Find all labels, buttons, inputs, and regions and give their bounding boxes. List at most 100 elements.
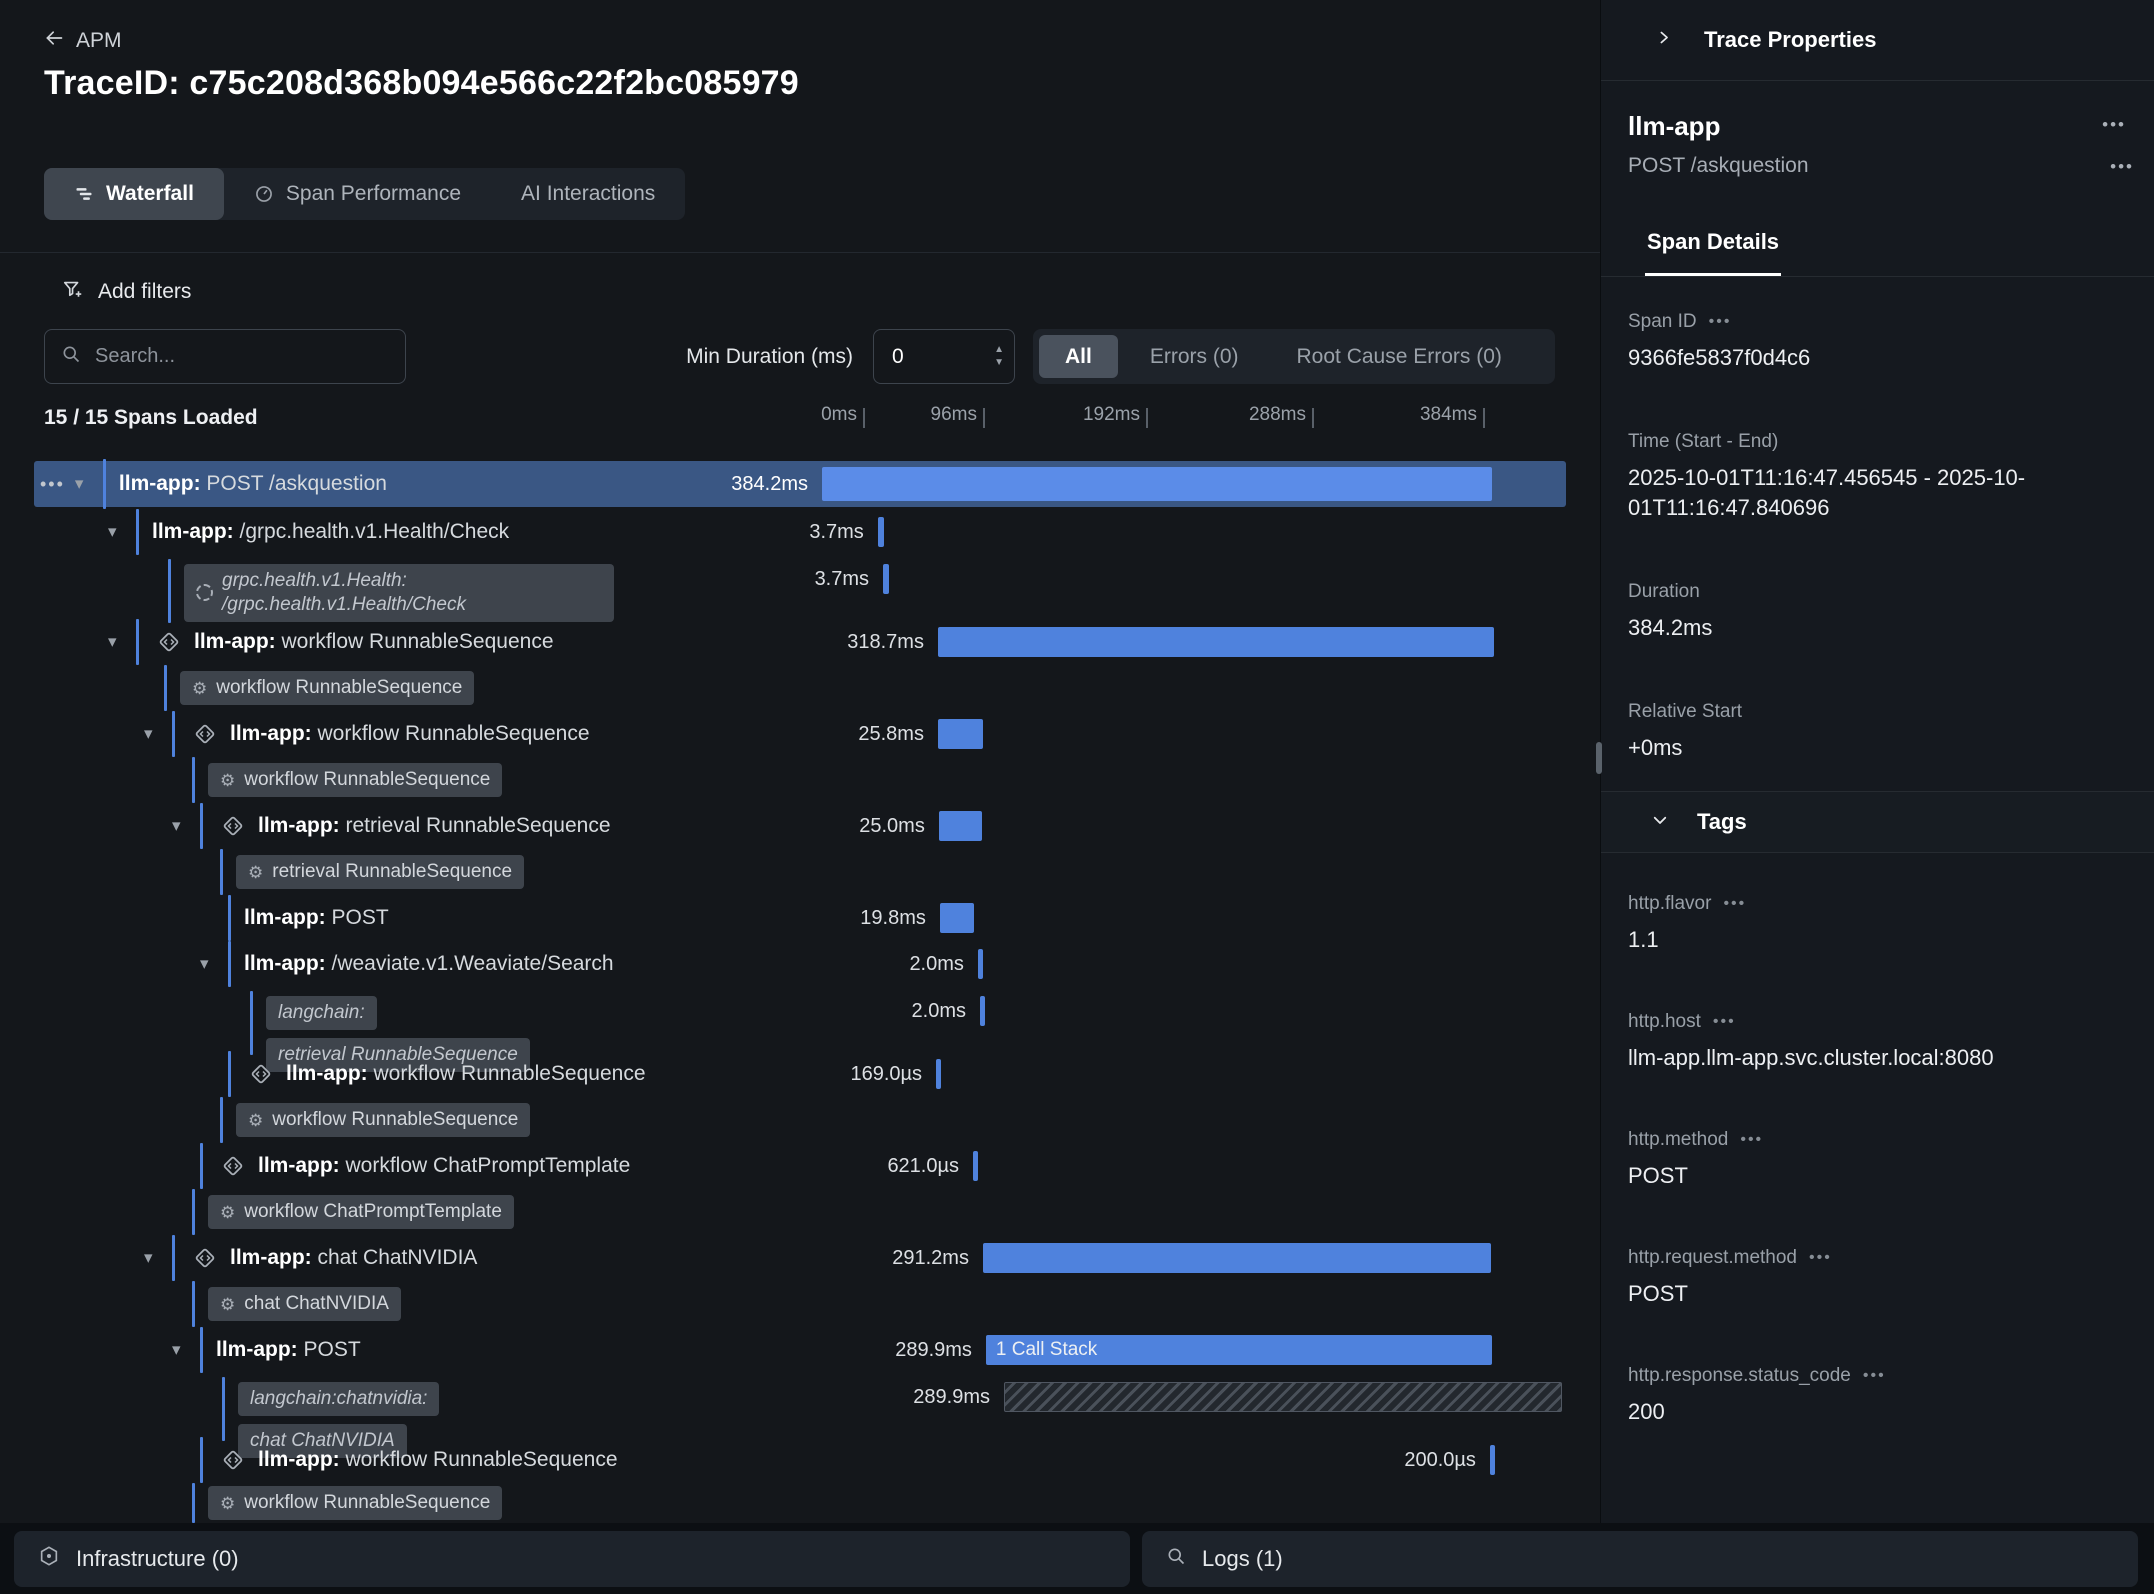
operation-badge[interactable]: ⚙ retrieval RunnableSequence xyxy=(236,855,524,889)
view-tabs: WaterfallSpan PerformanceAI Interactions xyxy=(44,168,685,220)
segment-all[interactable]: All xyxy=(1039,335,1118,378)
bottom-bar: Infrastructure (0) Logs (1) xyxy=(0,1523,2154,1594)
endpoint-menu-dots[interactable]: ••• xyxy=(2110,157,2134,177)
min-duration-input[interactable]: 0 ▲▼ xyxy=(873,329,1015,384)
operation-tag-row[interactable]: ⚙ workflow ChatPromptTemplate xyxy=(0,1189,1600,1235)
span-bar[interactable] xyxy=(983,1243,1491,1273)
span-duration: 2.0ms xyxy=(0,987,966,1035)
logs-button[interactable]: Logs (1) xyxy=(1142,1531,2138,1587)
operation-tag-row[interactable]: ⚙chat ChatNVIDIA xyxy=(0,1281,1600,1327)
span-duration: 169.0µs xyxy=(0,1051,922,1097)
operation-badge[interactable]: ⚙workflow RunnableSequence xyxy=(236,1103,530,1137)
tab-span-performance[interactable]: Span Performance xyxy=(224,168,491,220)
tags-section-header[interactable]: Tags xyxy=(1601,791,2154,853)
tab-span-details[interactable]: Span Details xyxy=(1645,213,1781,276)
operation-tag-row[interactable]: ⚙ retrieval RunnableSequence xyxy=(0,849,1600,895)
filter-icon xyxy=(62,278,84,306)
waterfall-rows: •••▾llm-app: POST /askquestion384.2ms▾ll… xyxy=(0,459,1600,1523)
field-http-response-status-code: http.response.status_code•••200 xyxy=(1628,1365,2127,1427)
trace-properties-panel: Trace Properties llm-app ••• POST /askqu… xyxy=(1600,0,2154,1523)
stepper-down-icon[interactable]: ▼ xyxy=(994,358,1004,368)
field-value: 2025-10-01T11:16:47.456545 - 2025-10-01T… xyxy=(1628,463,2127,523)
span-row[interactable]: ▾llm-app: /grpc.health.v1.Health/Check3.… xyxy=(0,509,1600,555)
operation-badge[interactable]: ⚙workflow RunnableSequence xyxy=(208,763,502,797)
operation-badge-label: workflow ChatPromptTemplate xyxy=(244,1200,502,1224)
operation-tag-row[interactable]: grpc.health.v1.Health: /grpc.health.v1.H… xyxy=(0,555,1600,619)
add-filters-button[interactable]: Add filters xyxy=(62,272,191,312)
span-bar[interactable] xyxy=(938,719,983,749)
tree-connector-line xyxy=(192,757,195,803)
operation-badge-label: retrieval RunnableSequence xyxy=(272,860,512,884)
span-bar[interactable] xyxy=(1004,1382,1562,1412)
field-value: 1.1 xyxy=(1628,925,2127,955)
operation-icon: ⚙ xyxy=(220,1204,235,1221)
field-menu-dots[interactable]: ••• xyxy=(1863,1367,1886,1385)
span-row[interactable]: ▾llm-app: POST289.9ms1 Call Stack xyxy=(0,1327,1600,1373)
span-bar[interactable] xyxy=(978,949,983,979)
span-bar[interactable] xyxy=(936,1059,941,1089)
span-row[interactable]: ▾llm-app: chat ChatNVIDIA291.2ms xyxy=(0,1235,1600,1281)
field-label: http.request.method xyxy=(1628,1247,1797,1269)
field-value: 384.2ms xyxy=(1628,613,2127,643)
span-performance-icon xyxy=(254,184,274,204)
span-row[interactable]: •••▾llm-app: POST /askquestion384.2ms xyxy=(0,459,1600,509)
field-time-start-end: Time (Start - End)2025-10-01T11:16:47.45… xyxy=(1628,431,2127,523)
tree-connector-line xyxy=(220,1097,223,1143)
field-label: Span ID xyxy=(1628,311,1697,333)
span-row[interactable]: ▾llm-app: /weaviate.v1.Weaviate/Search2.… xyxy=(0,941,1600,987)
span-row[interactable]: ▾llm-app: workflow RunnableSequence318.7… xyxy=(0,619,1600,665)
span-row[interactable]: ▾llm-app: retrieval RunnableSequence25.0… xyxy=(0,803,1600,849)
operation-tag-row[interactable]: ⚙workflow RunnableSequence xyxy=(0,757,1600,803)
operation-tag-row[interactable]: langchain:chatnvidia:chat ChatNVIDIA289.… xyxy=(0,1373,1600,1437)
search-input[interactable]: Search... xyxy=(44,329,406,384)
field-menu-dots[interactable]: ••• xyxy=(1713,1013,1736,1031)
service-menu-dots[interactable]: ••• xyxy=(2102,115,2126,135)
span-row[interactable]: ▾llm-app: workflow RunnableSequence25.8m… xyxy=(0,711,1600,757)
field-value: llm-app.llm-app.svc.cluster.local:8080 xyxy=(1628,1043,2127,1073)
span-bar[interactable] xyxy=(883,564,889,594)
operation-tag-row[interactable]: ⚙workflow RunnableSequence xyxy=(0,1097,1600,1143)
segment-errors-0[interactable]: Errors (0) xyxy=(1124,335,1265,378)
span-bar[interactable] xyxy=(878,517,884,547)
operation-tag-row[interactable]: langchain:retrieval RunnableSequence2.0m… xyxy=(0,987,1600,1051)
span-bar[interactable] xyxy=(980,996,985,1026)
span-bar[interactable] xyxy=(822,467,1492,501)
sidebar-tabs: Span Details xyxy=(1601,213,2154,277)
span-bar[interactable] xyxy=(940,903,975,933)
span-bar[interactable] xyxy=(1490,1445,1495,1475)
divider xyxy=(0,252,1600,253)
span-duration: 318.7ms xyxy=(0,619,924,665)
span-row[interactable]: llm-app: workflow RunnableSequence169.0µ… xyxy=(0,1051,1600,1097)
stepper-up-icon[interactable]: ▲ xyxy=(994,345,1004,355)
operation-tag-row[interactable]: ⚙workflow RunnableSequence xyxy=(0,1483,1600,1523)
field-menu-dots[interactable]: ••• xyxy=(1709,313,1732,331)
span-duration: 200.0µs xyxy=(0,1437,1476,1483)
segment-root-cause-errors-0[interactable]: Root Cause Errors (0) xyxy=(1271,335,1528,378)
operation-tag-row[interactable]: ⚙workflow RunnableSequence xyxy=(0,665,1600,711)
operation-badge[interactable]: ⚙ workflow ChatPromptTemplate xyxy=(208,1195,514,1229)
field-menu-dots[interactable]: ••• xyxy=(1740,1131,1763,1149)
span-duration: 621.0µs xyxy=(0,1143,959,1189)
breadcrumb-back[interactable]: APM xyxy=(44,28,122,54)
operation-icon: ⚙ xyxy=(248,864,263,881)
infrastructure-button[interactable]: Infrastructure (0) xyxy=(14,1531,1130,1587)
span-row[interactable]: llm-app: POST19.8ms xyxy=(0,895,1600,941)
number-stepper[interactable]: ▲▼ xyxy=(994,345,1004,368)
span-row[interactable]: llm-app: workflow RunnableSequence200.0µ… xyxy=(0,1437,1600,1483)
field-span-id: Span ID•••9366fe5837f0d4c6 xyxy=(1628,311,2127,373)
panel-resize-handle[interactable] xyxy=(1596,742,1602,774)
span-row[interactable]: llm-app: workflow ChatPromptTemplate621.… xyxy=(0,1143,1600,1189)
call-stack-badge: 1 Call Stack xyxy=(986,1335,1492,1365)
field-menu-dots[interactable]: ••• xyxy=(1723,895,1746,913)
tab-ai-interactions[interactable]: AI Interactions xyxy=(491,168,685,220)
field-menu-dots[interactable]: ••• xyxy=(1809,1249,1832,1267)
span-bar[interactable] xyxy=(939,811,983,841)
operation-badge[interactable]: ⚙chat ChatNVIDIA xyxy=(208,1287,401,1321)
tab-waterfall[interactable]: Waterfall xyxy=(44,168,224,220)
span-bar[interactable] xyxy=(973,1151,978,1181)
span-bar[interactable]: 1 Call Stack xyxy=(986,1335,1492,1365)
span-bar[interactable] xyxy=(938,627,1494,657)
operation-badge[interactable]: ⚙workflow RunnableSequence xyxy=(180,671,474,705)
collapse-panel-icon[interactable] xyxy=(1655,29,1672,51)
operation-badge[interactable]: ⚙workflow RunnableSequence xyxy=(208,1486,502,1520)
